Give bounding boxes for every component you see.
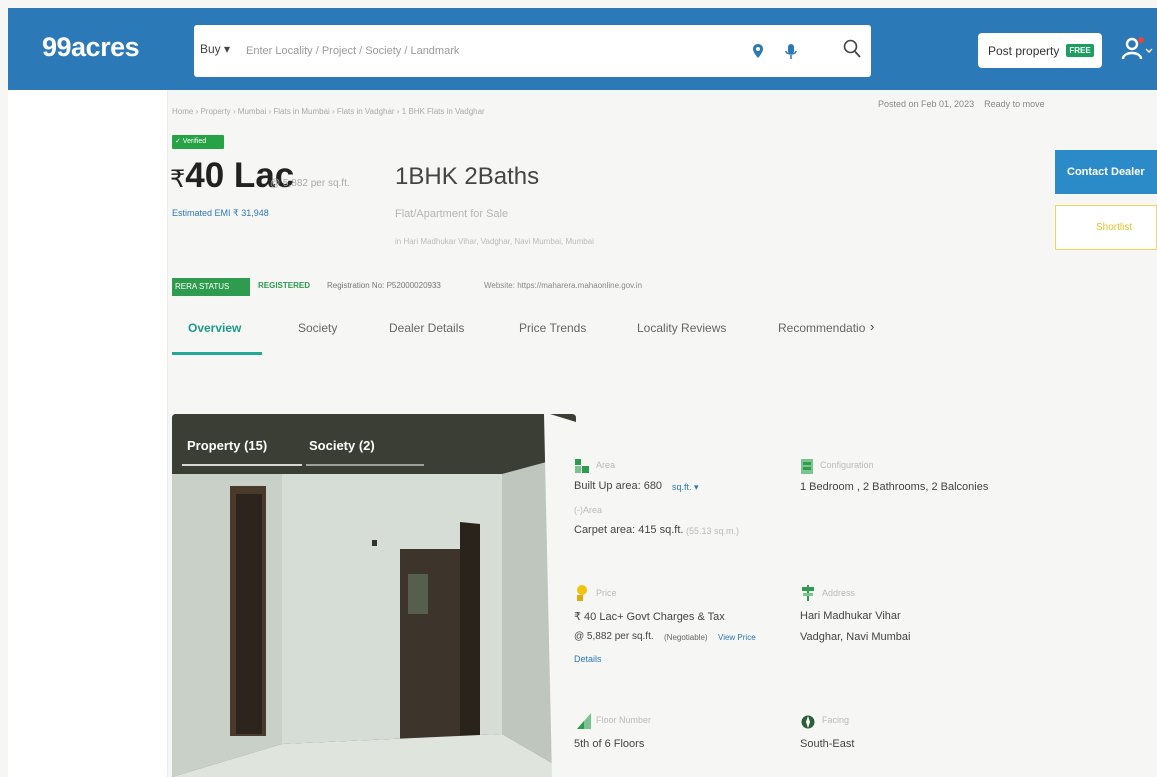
location-pin-icon[interactable] [750, 43, 766, 59]
rupee-symbol: ₹ [170, 166, 186, 193]
gallery-tab-divider [306, 464, 424, 466]
breadcrumb[interactable]: Home › Property › Mumbai › Flats in Mumb… [172, 107, 485, 116]
search-bar: Buy ▾ [194, 25, 871, 77]
rera-status-badge[interactable]: RERA STATUS [172, 278, 250, 296]
photo-gallery[interactable]: Property (15) Society (2) [172, 414, 576, 777]
carpet-area-extra: (55.13 sq.m.) [686, 526, 740, 536]
view-price-link[interactable]: View Price [718, 633, 756, 642]
free-badge: FREE [1066, 44, 1094, 57]
rera-registration-no: Registration No: P52000020933 [327, 281, 441, 290]
tabs-next-icon[interactable]: › [870, 319, 874, 334]
shortlist-button[interactable]: Shortlist [1055, 205, 1157, 250]
tab-price-trends[interactable]: Price Trends [519, 321, 586, 335]
emi-link[interactable]: Estimated EMI ₹ 31,948 [172, 208, 269, 219]
carpet-sub-label: (-)Area [574, 505, 603, 515]
price-details-link[interactable]: Details [574, 654, 602, 664]
room-photo [172, 414, 576, 777]
gallery-tab-society[interactable]: Society (2) [309, 438, 375, 453]
area-label: Area [596, 460, 616, 470]
price-per-sqft-detail: @ 5,882 per sq.ft. [574, 631, 654, 642]
gallery-tab-underline [182, 464, 302, 466]
verified-badge: ✓ Verified [172, 135, 224, 149]
address-line-2: Vadghar, Navi Mumbai [800, 631, 911, 643]
price-value-detail: ₹ 40 Lac+ Govt Charges & Tax [574, 611, 725, 623]
built-up-area: Built Up area: 680 [574, 480, 663, 492]
tab-locality-reviews[interactable]: Locality Reviews [637, 321, 726, 335]
left-margin-panel [8, 90, 168, 777]
configuration-value: 1 Bedroom , 2 Bathrooms, 2 Balconies [800, 481, 989, 493]
search-icon[interactable] [842, 38, 862, 60]
carpet-area: Carpet area: 415 sq.ft. [574, 524, 684, 536]
listing-address: in Hari Madhukar Vihar, Vadghar, Navi Mu… [395, 237, 594, 246]
listing-title: 1BHK 2Baths [395, 163, 540, 190]
facing-value: South-East [800, 738, 855, 750]
gallery-tab-property[interactable]: Property (15) [187, 438, 267, 453]
signpost-icon [802, 585, 814, 601]
floor-value: 5th of 6 Floors [574, 738, 645, 750]
tab-overview[interactable]: Overview [188, 321, 241, 335]
top-header: 99acres Buy ▾ Post property FREE [8, 8, 1157, 90]
post-property-label: Post property [988, 43, 1060, 58]
floor-label: Floor Number [596, 715, 652, 725]
compass-icon [801, 715, 815, 729]
price-value: 40 Lac [185, 156, 295, 195]
tab-recommendations[interactable]: Recommendatio [778, 321, 865, 335]
microphone-icon[interactable] [784, 43, 798, 60]
site-logo[interactable]: 99acres [42, 32, 140, 63]
post-property-button[interactable]: Post property FREE [978, 33, 1102, 68]
listing-price: ₹40 Lac [170, 156, 294, 196]
possession-status: Ready to move [984, 99, 1045, 109]
rera-website[interactable]: Website: https://maharera.mahaonline.gov… [484, 281, 642, 290]
address-line-1: Hari Madhukar Vihar [800, 610, 901, 622]
user-account-icon[interactable] [1120, 35, 1154, 63]
price-per-sqft: @ 5,882 per sq.ft. [270, 178, 350, 189]
rera-registered: REGISTERED [258, 281, 311, 290]
posted-date: Posted on Feb 01, 2023 [878, 99, 975, 109]
facing-label: Facing [822, 715, 850, 725]
tab-dealer-details[interactable]: Dealer Details [389, 321, 464, 335]
active-tab-indicator [172, 352, 262, 355]
listing-subtitle: Flat/Apartment for Sale [395, 208, 509, 220]
configuration-label: Configuration [820, 460, 874, 470]
floor-icon [577, 713, 591, 729]
tab-society[interactable]: Society [298, 321, 337, 335]
address-label: Address [822, 588, 856, 598]
price-icon [577, 585, 587, 601]
configuration-icon [801, 459, 813, 474]
area-unit-dropdown[interactable]: sq.ft. ▾ [672, 482, 699, 493]
contact-dealer-button[interactable]: Contact Dealer [1055, 150, 1157, 194]
search-input[interactable] [246, 35, 726, 67]
price-label: Price [596, 588, 617, 598]
negotiable-label: (Negotiable) [664, 633, 708, 642]
search-type-dropdown[interactable]: Buy ▾ [200, 42, 230, 56]
posted-meta: Posted on Feb 01, 2023 Ready to move [878, 99, 1045, 109]
area-icon [575, 459, 589, 473]
